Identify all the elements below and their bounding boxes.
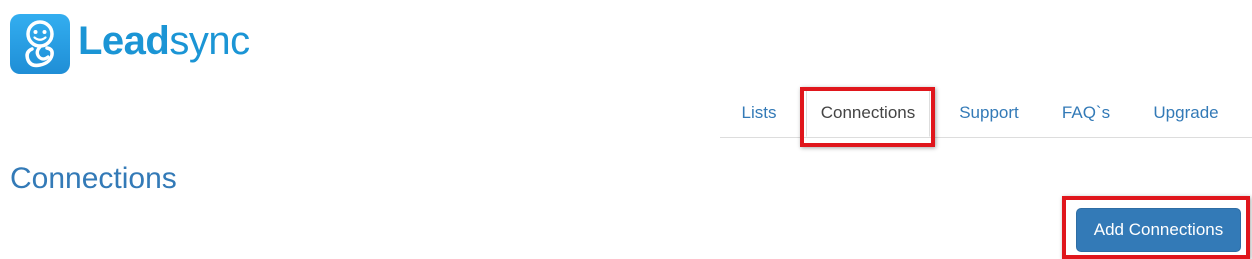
- brand-name: Leadsync: [78, 21, 250, 61]
- tab-upgrade[interactable]: Upgrade: [1138, 88, 1234, 137]
- tab-faqs[interactable]: FAQ`s: [1046, 88, 1126, 137]
- add-connections-button[interactable]: Add Connections: [1076, 208, 1241, 252]
- baby-face-icon: [10, 13, 70, 74]
- brand-name-light: sync: [169, 18, 250, 63]
- main-nav: Lists Connections Support FAQ`s Upgrade: [720, 88, 1252, 138]
- tab-connections[interactable]: Connections: [806, 88, 930, 137]
- page: Leadsync Lists Connections Support FAQ`s…: [0, 0, 1252, 259]
- tab-support[interactable]: Support: [942, 88, 1036, 137]
- brand-name-bold: Lead: [78, 18, 170, 63]
- page-title: Connections: [10, 162, 177, 195]
- leadsync-logo[interactable]: Leadsync: [10, 13, 250, 74]
- tab-lists[interactable]: Lists: [726, 88, 792, 137]
